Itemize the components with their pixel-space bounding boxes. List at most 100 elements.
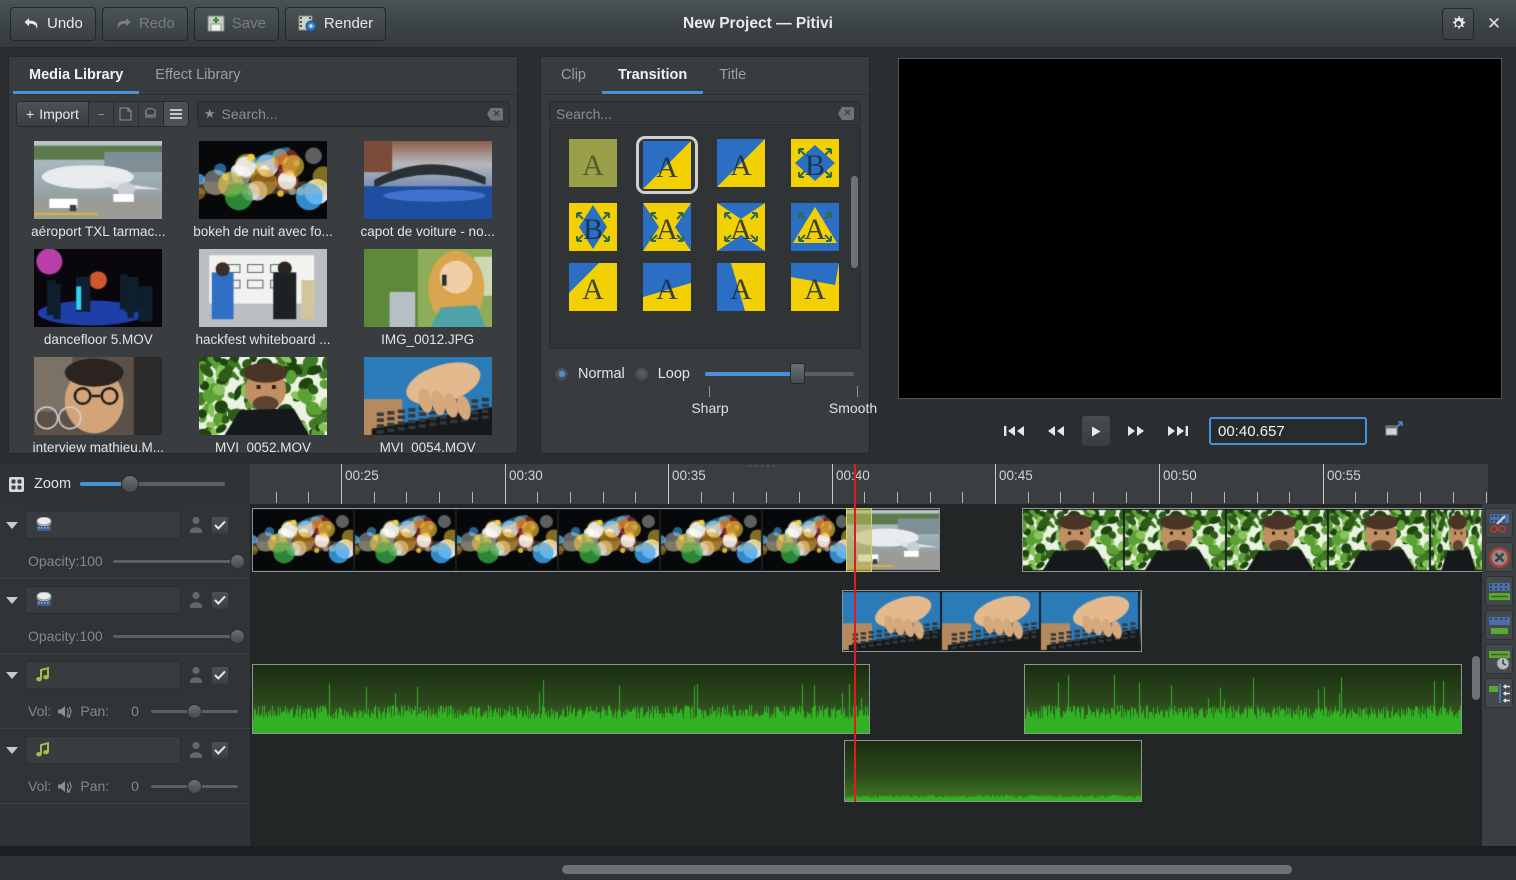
media-thumbnail[interactable] bbox=[199, 357, 327, 435]
track-enabled-checkbox[interactable] bbox=[211, 741, 229, 759]
tab-media-library[interactable]: Media Library bbox=[13, 60, 139, 94]
tab-clip[interactable]: Clip bbox=[545, 60, 602, 94]
align-clips-button[interactable] bbox=[1485, 644, 1513, 674]
pan-slider-handle[interactable] bbox=[187, 779, 202, 794]
tab-title[interactable]: Title bbox=[703, 60, 762, 94]
transition-item-iris-diamond-b2[interactable]: B bbox=[560, 200, 626, 254]
remove-clip-button[interactable]: − bbox=[89, 101, 114, 127]
timecode-field[interactable]: 00:40.657 bbox=[1209, 417, 1367, 445]
render-button[interactable]: Render bbox=[285, 7, 386, 41]
transition-list-scrollbar[interactable] bbox=[851, 176, 858, 268]
clip-properties-button[interactable] bbox=[114, 101, 139, 127]
panel-splitter-handle[interactable] bbox=[742, 462, 782, 470]
media-thumbnail[interactable] bbox=[364, 249, 492, 327]
expand-track-arrow[interactable] bbox=[6, 747, 18, 754]
media-search-box[interactable]: ★ Search... ✕ bbox=[197, 101, 510, 127]
media-item[interactable]: hackfest whiteboard ... bbox=[187, 249, 340, 355]
solo-track-icon[interactable] bbox=[188, 591, 204, 609]
pan-slider[interactable] bbox=[151, 785, 238, 788]
tab-transition[interactable]: Transition bbox=[602, 60, 703, 94]
media-item[interactable]: dancefloor 5.MOV bbox=[22, 249, 175, 355]
transition-item-iris-diamond-b[interactable]: B bbox=[782, 136, 848, 190]
normal-radio[interactable] bbox=[554, 367, 569, 382]
media-item[interactable]: bokeh de nuit avec fo... bbox=[187, 141, 340, 247]
timeline-ruler[interactable]: 00:2500:3000:3500:4000:4500:5000:55 bbox=[250, 464, 1488, 504]
expand-track-arrow[interactable] bbox=[6, 522, 18, 529]
group-clips-button[interactable] bbox=[1485, 576, 1513, 606]
redo-button[interactable]: Redo bbox=[102, 7, 188, 41]
ruler-playhead[interactable] bbox=[854, 464, 856, 504]
icon-view-button[interactable] bbox=[139, 101, 164, 127]
clear-transition-search-icon[interactable]: ✕ bbox=[838, 107, 854, 120]
track-name-box[interactable] bbox=[25, 736, 181, 764]
track-enabled-checkbox[interactable] bbox=[211, 666, 229, 684]
track-name-box[interactable] bbox=[25, 586, 181, 614]
solo-track-icon[interactable] bbox=[188, 516, 204, 534]
transition-list[interactable]: AAAB B A A A AAAA bbox=[549, 127, 861, 349]
media-item[interactable]: aéroport TXL tarmac... bbox=[22, 141, 175, 247]
opacity-slider-handle[interactable] bbox=[230, 554, 245, 569]
media-thumbnail[interactable] bbox=[199, 141, 327, 219]
list-view-button[interactable] bbox=[164, 101, 189, 127]
timeline-audio-clip[interactable] bbox=[844, 740, 1142, 802]
delete-clip-button[interactable] bbox=[1485, 542, 1513, 572]
transition-search-box[interactable]: Search... ✕ bbox=[549, 101, 861, 126]
transition-item-four-box-a2[interactable]: A bbox=[708, 200, 774, 254]
split-clip-button[interactable] bbox=[1485, 508, 1513, 538]
save-button[interactable]: Save bbox=[194, 7, 279, 41]
transition-item-wipe-a-row3-2[interactable]: A bbox=[634, 260, 700, 314]
timeline-tracks[interactable] bbox=[250, 504, 1488, 856]
undock-viewer-button[interactable] bbox=[1385, 421, 1403, 442]
zoom-slider[interactable] bbox=[80, 482, 225, 486]
media-item[interactable]: capot de voiture - no... bbox=[351, 141, 504, 247]
timeline-scrollbar-thumb[interactable] bbox=[562, 865, 1292, 874]
transition-item-barn-door-a[interactable]: A bbox=[782, 200, 848, 254]
border-slider[interactable] bbox=[705, 372, 854, 376]
timeline-audio-clip[interactable] bbox=[1024, 664, 1462, 734]
timeline-transition-clip[interactable] bbox=[846, 508, 872, 572]
solo-track-icon[interactable] bbox=[188, 666, 204, 684]
transition-item-bar-wipe-diag-2[interactable]: A bbox=[708, 136, 774, 190]
transition-item-wipe-a-row3-1[interactable]: A bbox=[560, 260, 626, 314]
track-enabled-checkbox[interactable] bbox=[211, 591, 229, 609]
close-window-button[interactable]: ✕ bbox=[1480, 9, 1508, 39]
pan-slider-handle[interactable] bbox=[187, 704, 202, 719]
forward-button[interactable] bbox=[1119, 416, 1153, 446]
media-item[interactable]: MVI_0052.MOV bbox=[187, 357, 340, 452]
transition-item-four-box-a[interactable]: A bbox=[634, 200, 700, 254]
expand-track-arrow[interactable] bbox=[6, 672, 18, 679]
tab-effect-library[interactable]: Effect Library bbox=[139, 60, 256, 94]
transition-item-wipe-a-row3-3[interactable]: A bbox=[708, 260, 774, 314]
volume-mute-icon[interactable] bbox=[57, 704, 74, 719]
zoom-slider-handle[interactable] bbox=[121, 475, 139, 493]
track-enabled-checkbox[interactable] bbox=[211, 516, 229, 534]
media-item[interactable]: IMG_0012.JPG bbox=[351, 249, 504, 355]
transition-item-bar-wipe-left[interactable]: A bbox=[560, 136, 626, 190]
timeline-vertical-scrollbar[interactable] bbox=[1472, 506, 1480, 806]
media-thumbnail[interactable] bbox=[34, 249, 162, 327]
track-name-box[interactable] bbox=[25, 511, 181, 539]
media-item[interactable]: MVI_0054.MOV bbox=[351, 357, 504, 452]
timeline-video-clip[interactable] bbox=[842, 590, 1142, 652]
undo-button[interactable]: Undo bbox=[10, 7, 96, 41]
timeline-video-clip[interactable] bbox=[252, 508, 852, 572]
volume-mute-icon[interactable] bbox=[57, 779, 74, 794]
playhead[interactable] bbox=[854, 504, 856, 802]
ungroup-clips-button[interactable] bbox=[1485, 610, 1513, 640]
border-slider-handle[interactable] bbox=[790, 363, 805, 384]
media-item[interactable]: interview mathieu.M... bbox=[22, 357, 175, 452]
rewind-button[interactable] bbox=[1039, 416, 1073, 446]
go-to-end-button[interactable] bbox=[1161, 416, 1195, 446]
loop-radio[interactable] bbox=[634, 367, 649, 382]
solo-track-icon[interactable] bbox=[188, 741, 204, 759]
opacity-slider[interactable] bbox=[113, 560, 238, 563]
video-preview[interactable] bbox=[898, 58, 1502, 399]
opacity-slider[interactable] bbox=[113, 635, 238, 638]
transition-item-bar-wipe-diag[interactable]: A bbox=[636, 136, 698, 194]
transition-item-wipe-a-row3-4[interactable]: A bbox=[782, 260, 848, 314]
app-menu-button[interactable] bbox=[1442, 8, 1474, 40]
media-thumbnail[interactable] bbox=[364, 141, 492, 219]
opacity-slider-handle[interactable] bbox=[230, 629, 245, 644]
play-pause-button[interactable] bbox=[1081, 415, 1111, 447]
clear-search-icon[interactable]: ✕ bbox=[487, 108, 503, 121]
